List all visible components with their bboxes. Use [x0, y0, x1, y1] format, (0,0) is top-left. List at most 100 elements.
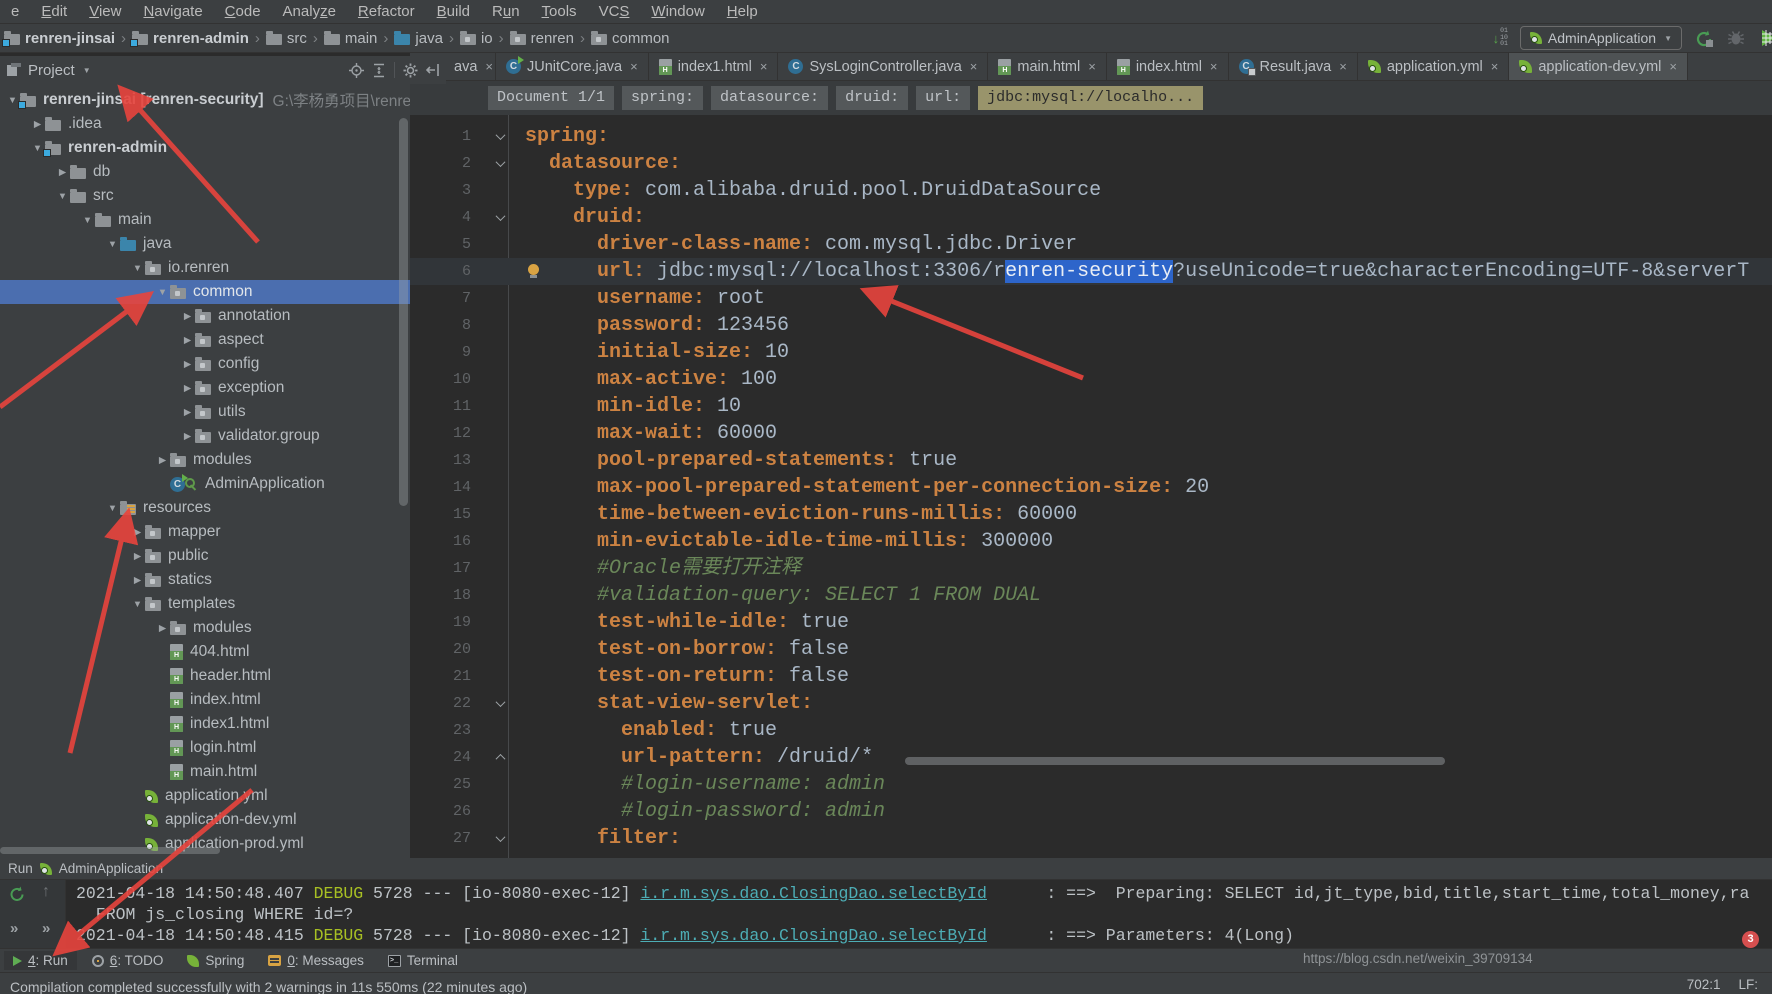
code-line-17[interactable]: 17 #Oracle需要打开注释	[410, 555, 1772, 582]
toolwindow-todo[interactable]: 6: TODO	[83, 951, 173, 970]
fold-marker-icon[interactable]	[475, 150, 525, 177]
yaml-breadcrumb-chip[interactable]: datasource:	[711, 86, 828, 110]
code-line-3[interactable]: 3 type: com.alibaba.druid.pool.DruidData…	[410, 177, 1772, 204]
locate-file-icon[interactable]	[349, 63, 364, 78]
code-line-10[interactable]: 10 max-active: 100	[410, 366, 1772, 393]
tree-item-public[interactable]: ▶public	[0, 544, 410, 568]
tab-index-html[interactable]: index.html×	[1107, 53, 1229, 80]
menu-build[interactable]: Build	[426, 3, 481, 20]
run-button[interactable]	[1694, 28, 1714, 48]
menu-navigate[interactable]: Navigate	[132, 3, 213, 20]
tree-item-mapper[interactable]: ▶mapper	[0, 520, 410, 544]
close-icon[interactable]: ×	[1669, 59, 1677, 74]
gear-icon[interactable]	[403, 63, 418, 78]
tree-item-main.html[interactable]: main.html	[0, 760, 410, 784]
breadcrumb-item-java[interactable]: java	[394, 30, 443, 47]
yaml-breadcrumb-chip[interactable]: druid:	[836, 86, 908, 110]
close-icon[interactable]: ×	[1339, 59, 1347, 74]
menu-edit[interactable]: Edit	[30, 3, 78, 20]
tree-item-login.html[interactable]: login.html	[0, 736, 410, 760]
code-line-14[interactable]: 14 max-pool-prepared-statement-per-conne…	[410, 474, 1772, 501]
fold-marker-icon[interactable]	[475, 123, 525, 150]
collapsed-arrow-icon[interactable]: ▶	[180, 359, 195, 370]
skip-to-end-icon[interactable]: »	[10, 920, 18, 937]
code-line-23[interactable]: 23 enabled: true	[410, 717, 1772, 744]
breadcrumb-item-renren-jinsai[interactable]: renren-jinsai	[4, 30, 115, 47]
tree-item-header.html[interactable]: header.html	[0, 664, 410, 688]
code-line-20[interactable]: 20 test-on-borrow: false	[410, 636, 1772, 663]
tree-item-validator.group[interactable]: ▶validator.group	[0, 424, 410, 448]
code-line-6[interactable]: 6 url: jdbc:mysql://localhost:3306/renre…	[410, 258, 1772, 285]
collapsed-arrow-icon[interactable]: ▶	[180, 383, 195, 394]
menu-code[interactable]: Code	[214, 3, 272, 20]
tree-item-resources[interactable]: ▼resources	[0, 496, 410, 520]
expanded-arrow-icon[interactable]: ▼	[130, 263, 145, 274]
toolwindow-messages[interactable]: 0: Messages	[259, 951, 373, 970]
breadcrumb-item-common[interactable]: common	[591, 30, 670, 47]
tree-item-annotation[interactable]: ▶annotation	[0, 304, 410, 328]
tab-JUnitCore-java[interactable]: JUnitCore.java×	[496, 53, 649, 80]
code-line-9[interactable]: 9 initial-size: 10	[410, 339, 1772, 366]
tree-item-utils[interactable]: ▶utils	[0, 400, 410, 424]
code-line-18[interactable]: 18 #validation-query: SELECT 1 FROM DUAL	[410, 582, 1772, 609]
tree-item-java[interactable]: ▼java	[0, 232, 410, 256]
code-line-5[interactable]: 5 driver-class-name: com.mysql.jdbc.Driv…	[410, 231, 1772, 258]
tree-item-db[interactable]: ▶db	[0, 160, 410, 184]
tree-item-index.html[interactable]: index.html	[0, 688, 410, 712]
close-icon[interactable]: ×	[1210, 59, 1218, 74]
menu-tools[interactable]: Tools	[531, 3, 588, 20]
code-line-25[interactable]: 25 #login-username: admin	[410, 771, 1772, 798]
collapsed-arrow-icon[interactable]: ▶	[180, 311, 195, 322]
tree-item-templates[interactable]: ▼templates	[0, 592, 410, 616]
tree-item-io.renren[interactable]: ▼io.renren	[0, 256, 410, 280]
code-line-1[interactable]: 1spring:	[410, 123, 1772, 150]
yaml-breadcrumb-chip[interactable]: Document 1/1	[488, 86, 614, 110]
code-line-27[interactable]: 27 filter:	[410, 825, 1772, 852]
expanded-arrow-icon[interactable]: ▼	[130, 599, 145, 610]
toolwindow-spring[interactable]: Spring	[178, 951, 253, 970]
tree-item-modules[interactable]: ▶modules	[0, 448, 410, 472]
tree-item-application.yml[interactable]: application.yml	[0, 784, 410, 808]
close-icon[interactable]: ×	[760, 59, 768, 74]
fold-marker-icon[interactable]	[475, 690, 525, 717]
collapsed-arrow-icon[interactable]: ▶	[30, 119, 45, 130]
tree-item-modules[interactable]: ▶modules	[0, 616, 410, 640]
collapsed-arrow-icon[interactable]: ▶	[180, 335, 195, 346]
code-line-16[interactable]: 16 min-evictable-idle-time-millis: 30000…	[410, 528, 1772, 555]
tree-item-404.html[interactable]: 404.html	[0, 640, 410, 664]
breadcrumb-item-renren-admin[interactable]: renren-admin	[132, 30, 249, 47]
tree-item-aspect[interactable]: ▶aspect	[0, 328, 410, 352]
code-line-21[interactable]: 21 test-on-return: false	[410, 663, 1772, 690]
notification-badge[interactable]: 3	[1742, 931, 1759, 948]
toolwindow-terminal[interactable]: Terminal	[379, 951, 467, 970]
collapsed-arrow-icon[interactable]: ▶	[155, 455, 170, 466]
collapsed-arrow-icon[interactable]: ▶	[130, 575, 145, 586]
tab-SysLoginController-java[interactable]: SysLoginController.java×	[778, 53, 988, 80]
tab-index1-html[interactable]: index1.html×	[649, 53, 779, 80]
code-line-19[interactable]: 19 test-while-idle: true	[410, 609, 1772, 636]
collapsed-arrow-icon[interactable]: ▶	[180, 431, 195, 442]
close-icon[interactable]: ×	[485, 59, 493, 74]
expanded-arrow-icon[interactable]: ▼	[105, 239, 120, 250]
project-tree-scrollbar[interactable]	[399, 118, 408, 506]
yaml-breadcrumb-chip[interactable]: url:	[916, 86, 970, 110]
code-line-22[interactable]: 22 stat-view-servlet:	[410, 690, 1772, 717]
code-line-2[interactable]: 2 datasource:	[410, 150, 1772, 177]
console-output[interactable]: 2021-04-18 14:50:48.407 DEBUG 5728 --- […	[76, 883, 1772, 946]
fold-marker-icon[interactable]	[475, 825, 525, 852]
debug-button[interactable]	[1726, 28, 1746, 48]
next-occurrence-icon[interactable]: »	[42, 920, 50, 937]
hide-panel-icon[interactable]	[426, 63, 440, 77]
chevron-down-icon[interactable]: ▼	[83, 66, 91, 75]
close-icon[interactable]: ×	[1088, 59, 1096, 74]
editor-hscrollbar[interactable]	[905, 757, 1445, 765]
tree-item-application-dev.yml[interactable]: application-dev.yml	[0, 808, 410, 832]
menu-vcs[interactable]: VCS	[588, 3, 641, 20]
code-line-8[interactable]: 8 password: 123456	[410, 312, 1772, 339]
tree-item-statics[interactable]: ▶statics	[0, 568, 410, 592]
tree-item-renren-jinsai--renren-security-[interactable]: ▼renren-jinsai [renren-security]G:\李杨勇项目…	[0, 88, 410, 112]
collapse-all-icon[interactable]	[372, 63, 386, 78]
expanded-arrow-icon[interactable]: ▼	[55, 191, 70, 202]
expanded-arrow-icon[interactable]: ▼	[80, 215, 95, 226]
breadcrumb-item-main[interactable]: main	[324, 30, 378, 47]
